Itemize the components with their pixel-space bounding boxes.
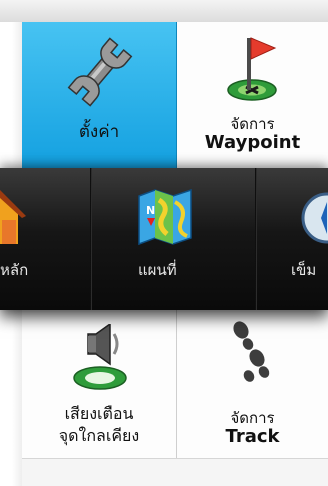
proximity-alarm-tile[interactable]: เสียงเตือน จุดใกลเคียง <box>22 310 177 458</box>
home-label: หลัก <box>0 261 29 279</box>
compass-label: เข็ม <box>291 261 317 279</box>
manage-track-tile[interactable]: จัดการ Track <box>177 310 328 458</box>
track-label-line2: Track <box>225 426 280 447</box>
dark-menu-band: หลัก N แผนที่ เข็ม <box>0 168 328 310</box>
map-icon: N <box>138 188 192 246</box>
map-tile[interactable]: N แผนที่ <box>92 168 255 310</box>
svg-text:N: N <box>146 204 155 217</box>
alarm-label-line2: จุดใกลเคียง <box>58 426 140 445</box>
compass-tile[interactable]: เข็ม <box>257 168 328 310</box>
waypoint-label-line2: Waypoint <box>204 132 301 153</box>
settings-label: ตั้งค่า <box>78 122 120 142</box>
wrench-icon <box>67 37 133 107</box>
house-icon <box>0 190 26 244</box>
footprints-icon <box>233 321 270 382</box>
status-strip <box>0 0 328 23</box>
map-label: แผนที่ <box>138 261 177 279</box>
compass-icon <box>301 192 328 244</box>
settings-tile[interactable]: ตั้งค่า <box>22 22 177 170</box>
main-menu-screen: ตั้งค่า จัดการ Waypoint หลัก N แผนที่ เข… <box>0 0 328 486</box>
next-row-edge <box>22 458 328 486</box>
home-tile[interactable]: หลัก <box>0 168 90 310</box>
speaker-icon <box>73 324 127 390</box>
manage-waypoint-tile[interactable]: จัดการ Waypoint <box>177 22 328 170</box>
flag-icon <box>227 37 277 101</box>
